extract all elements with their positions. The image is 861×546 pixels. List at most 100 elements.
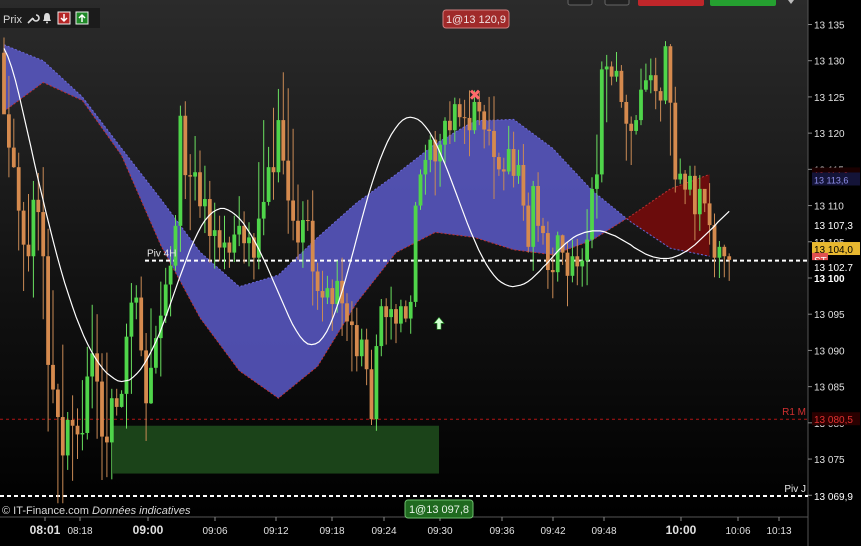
candle xyxy=(21,210,26,245)
y-tick-label: 13 130 xyxy=(814,57,845,68)
candle xyxy=(291,200,295,221)
candle xyxy=(36,199,41,213)
candle xyxy=(384,306,389,318)
candle xyxy=(403,306,408,319)
candle xyxy=(599,69,604,175)
arrow-down-box-icon[interactable] xyxy=(57,11,71,25)
candle xyxy=(247,237,251,244)
candle xyxy=(266,167,271,202)
candle xyxy=(124,336,129,394)
candle xyxy=(242,225,246,244)
candle xyxy=(389,309,393,318)
chart-toolbar: Prix xyxy=(0,8,100,28)
x-tick-label: 08:01 xyxy=(30,523,61,537)
x-tick-label: 09:24 xyxy=(371,526,396,537)
candle xyxy=(222,242,227,248)
window-button[interactable] xyxy=(604,0,630,6)
candle xyxy=(109,398,114,443)
candle xyxy=(697,188,702,215)
candle xyxy=(149,367,153,404)
candle xyxy=(7,114,11,148)
level-tag-label: 13 069,9 xyxy=(814,492,853,503)
candle xyxy=(168,265,173,285)
candle xyxy=(497,157,501,170)
x-tick-label: 10:13 xyxy=(766,526,791,537)
candle xyxy=(418,174,423,206)
candle xyxy=(467,117,472,131)
candle xyxy=(604,66,609,70)
window-button[interactable] xyxy=(567,0,593,6)
candle xyxy=(663,46,668,101)
candle xyxy=(668,46,673,103)
candle xyxy=(276,120,281,173)
y-tick-label: 13 110 xyxy=(814,202,844,213)
candle xyxy=(60,417,65,456)
candle xyxy=(477,101,482,112)
x-tick-label: 09:00 xyxy=(133,523,164,537)
candle xyxy=(70,419,75,426)
candle xyxy=(281,120,286,161)
candle xyxy=(364,339,369,370)
x-tick-label: 09:12 xyxy=(263,526,288,537)
candle xyxy=(580,260,585,267)
candle xyxy=(119,393,124,407)
candle xyxy=(634,120,638,131)
candle xyxy=(565,252,570,276)
candle xyxy=(41,212,46,257)
candle xyxy=(614,70,619,77)
candle xyxy=(261,201,266,219)
candle xyxy=(193,172,197,177)
candle xyxy=(2,52,6,115)
candle xyxy=(31,199,36,257)
x-tick-label: 10:00 xyxy=(666,523,697,537)
y-tick-label: 13 075 xyxy=(814,455,845,466)
candle xyxy=(237,225,242,235)
x-tick-label: 09:48 xyxy=(591,526,616,537)
candle xyxy=(639,89,643,121)
candle xyxy=(423,159,428,175)
x-tick-label: 09:42 xyxy=(540,526,565,537)
price-chart[interactable]: Piv 4H R1 M Piv J 13 135 13 130 13 125 13 120… xyxy=(0,0,861,546)
candle xyxy=(65,419,70,456)
candle xyxy=(11,147,16,168)
candle xyxy=(673,102,678,180)
candle xyxy=(75,425,80,435)
candle xyxy=(26,244,31,257)
candle xyxy=(550,270,555,273)
candle xyxy=(648,75,653,81)
candle xyxy=(501,169,506,172)
candle xyxy=(712,225,717,258)
candle xyxy=(359,339,364,357)
candle xyxy=(46,256,50,365)
candle xyxy=(379,306,384,347)
candle xyxy=(452,104,457,131)
buy-button[interactable] xyxy=(710,0,776,6)
candle xyxy=(462,117,467,119)
candle xyxy=(163,284,168,316)
candle xyxy=(100,381,104,437)
candle xyxy=(644,80,648,90)
candle xyxy=(511,149,516,176)
candle xyxy=(521,164,526,206)
level-label: Piv 4H xyxy=(147,249,176,260)
y-tick-label: 13 125 xyxy=(814,93,845,104)
candle xyxy=(232,234,237,253)
candle xyxy=(114,398,119,407)
candle xyxy=(683,173,687,190)
candle xyxy=(619,70,624,102)
candle xyxy=(590,188,594,240)
candle xyxy=(536,186,540,226)
candle xyxy=(139,297,144,351)
candle xyxy=(702,188,707,204)
candle xyxy=(560,235,565,253)
arrow-up-box-icon[interactable] xyxy=(75,11,89,25)
top-trade-label: 1@13 120,9 xyxy=(442,9,510,29)
candle xyxy=(624,101,629,124)
candle xyxy=(227,242,232,253)
chart-window: Piv 4H R1 M Piv J 13 135 13 130 13 125 13 120… xyxy=(0,0,861,546)
sell-button[interactable] xyxy=(638,0,704,6)
x-tick-label: 08:18 xyxy=(67,526,92,537)
candle xyxy=(472,101,477,131)
candle xyxy=(541,225,545,234)
x-tick-label: 09:18 xyxy=(319,526,344,537)
